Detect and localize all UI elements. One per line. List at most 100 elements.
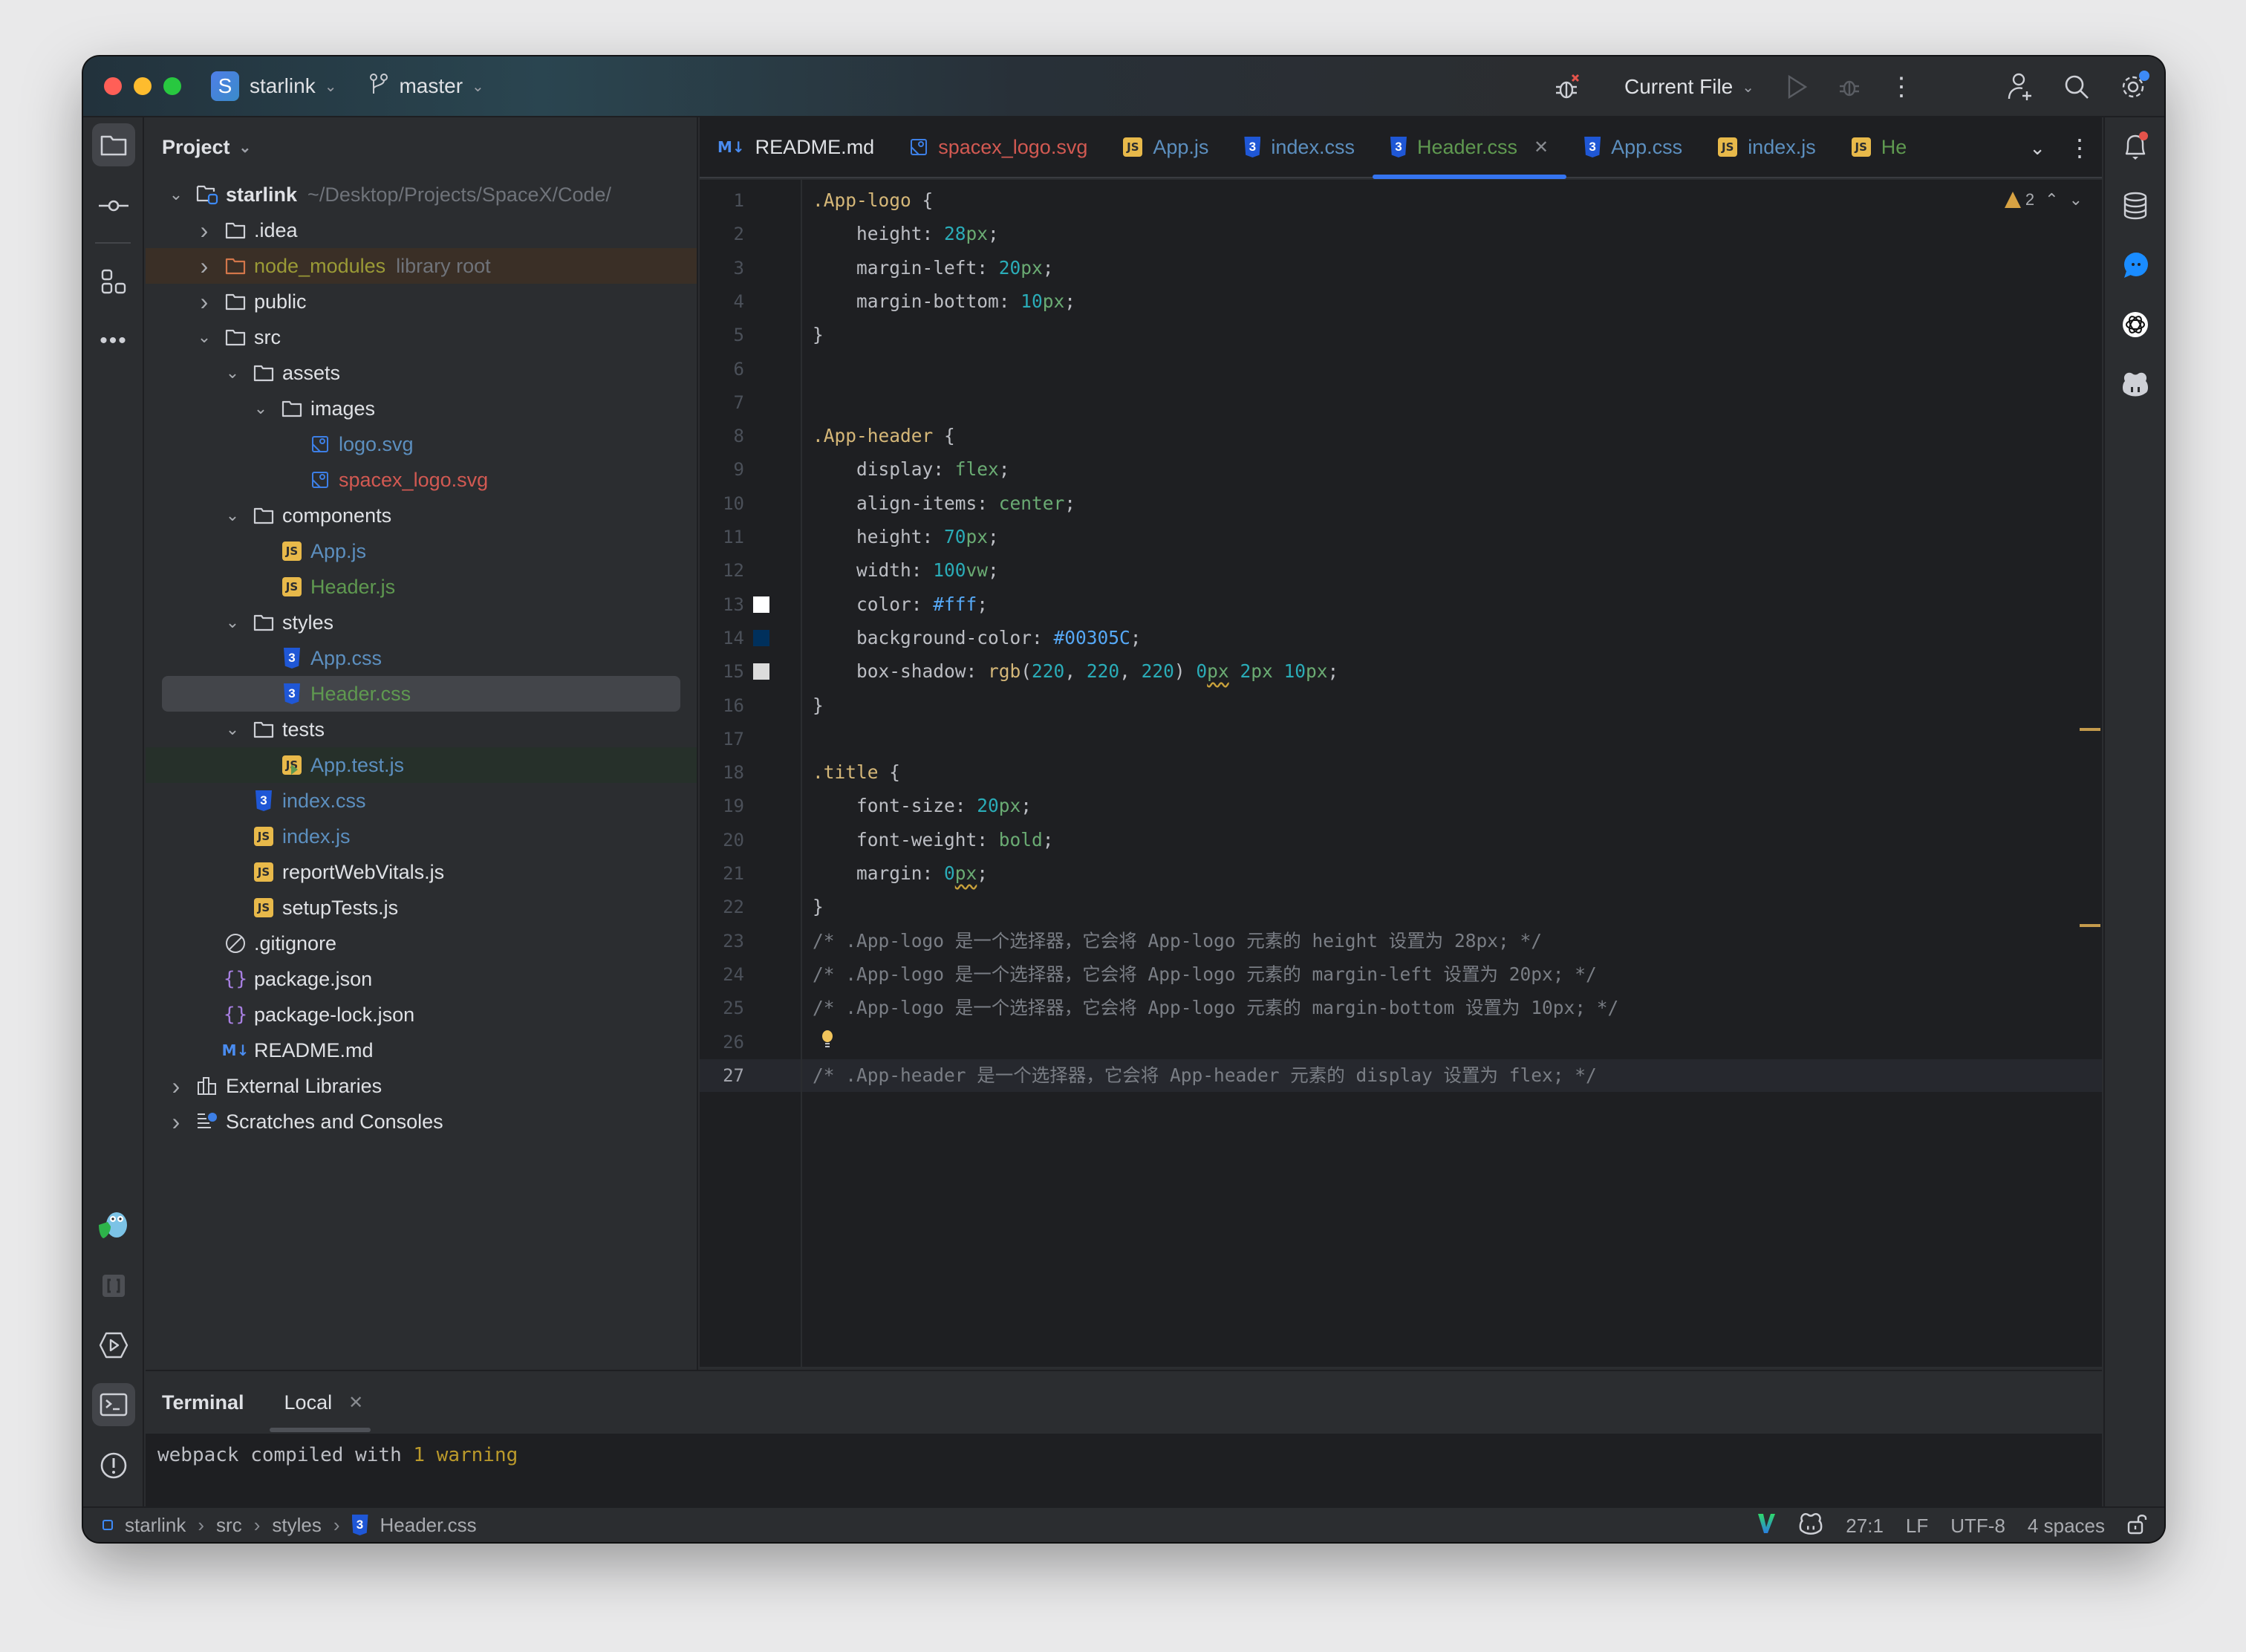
database-icon[interactable] bbox=[2114, 184, 2157, 227]
tree-item[interactable]: › Scratches and Consoles bbox=[146, 1104, 697, 1139]
line-number[interactable]: 2 bbox=[700, 218, 744, 250]
code-line[interactable]: box-shadow: rgb(220, 220, 220) 0px 2px 1… bbox=[807, 655, 2102, 688]
code-line[interactable]: color: #fff; bbox=[807, 588, 2102, 621]
line-number[interactable]: 3 bbox=[700, 252, 744, 284]
editor-tab[interactable]: JS index.js bbox=[1700, 117, 1834, 178]
code-line[interactable]: /* .App-logo 是一个选择器，它会将 App-logo 元素的 mar… bbox=[807, 958, 2102, 991]
color-swatch[interactable] bbox=[753, 629, 769, 646]
minimize-window-button[interactable] bbox=[134, 77, 152, 95]
editor-tab[interactable]: 3 App.css bbox=[1566, 117, 1700, 178]
chevron-down-icon[interactable]: ⌄ bbox=[224, 363, 241, 383]
breadcrumb-item[interactable]: starlink bbox=[125, 1514, 186, 1537]
code-line[interactable]: width: 100vw; bbox=[807, 554, 2102, 587]
tree-item[interactable]: JS reportWebVitals.js bbox=[146, 854, 697, 890]
tree-item[interactable]: JS Header.js bbox=[146, 569, 697, 605]
line-number[interactable]: 10 bbox=[700, 487, 744, 520]
json-brackets-icon[interactable] bbox=[92, 1264, 135, 1307]
code-line[interactable]: .App-header { bbox=[807, 420, 2102, 452]
tree-item[interactable]: JS index.js bbox=[146, 819, 697, 854]
chevron-right-icon[interactable]: › bbox=[168, 1073, 184, 1100]
editor-tab[interactable]: 3 index.css bbox=[1226, 117, 1373, 178]
code-line[interactable]: font-size: 20px; bbox=[807, 790, 2102, 822]
tree-item[interactable]: 3 App.css bbox=[146, 640, 697, 676]
tree-item[interactable]: › .idea bbox=[146, 212, 697, 248]
code-line[interactable] bbox=[807, 723, 2102, 755]
terminal-output[interactable]: webpack compiled with 1 warning bbox=[146, 1434, 2102, 1506]
branch-switcher[interactable]: master bbox=[399, 74, 463, 98]
tabs-overflow-chevron-icon[interactable]: ⌄ bbox=[2029, 137, 2045, 160]
tree-item[interactable]: › public bbox=[146, 284, 697, 319]
file-encoding[interactable]: UTF-8 bbox=[1950, 1515, 2005, 1538]
code-line[interactable]: font-weight: bold; bbox=[807, 824, 2102, 856]
code-line[interactable]: } bbox=[807, 319, 2102, 351]
editor-tab[interactable]: M↓ README.md bbox=[700, 117, 892, 178]
tree-item[interactable]: ⌄ images bbox=[146, 391, 697, 426]
tree-item[interactable]: .gitignore bbox=[146, 926, 697, 961]
terminal-tab-local[interactable]: Local bbox=[269, 1391, 371, 1432]
tree-item[interactable]: ⌄ tests bbox=[146, 712, 697, 747]
search-icon[interactable] bbox=[2062, 72, 2092, 102]
code-line[interactable]: .App-logo { bbox=[807, 184, 2102, 217]
line-number[interactable]: 9 bbox=[700, 453, 744, 486]
tree-item[interactable]: ⌄ styles bbox=[146, 605, 697, 640]
tree-item[interactable]: logo.svg bbox=[146, 426, 697, 462]
project-panel-header[interactable]: Project ⌄ bbox=[146, 117, 697, 177]
tree-item[interactable]: M↓ README.md bbox=[146, 1032, 697, 1068]
tree-item[interactable]: spacex_logo.svg bbox=[146, 462, 697, 498]
breadcrumb-item[interactable]: styles bbox=[272, 1514, 321, 1537]
line-number[interactable]: 6 bbox=[700, 353, 744, 386]
code-line[interactable] bbox=[807, 353, 2102, 386]
project-tool-button[interactable] bbox=[92, 123, 135, 166]
tree-item[interactable]: ⌄ assets bbox=[146, 355, 697, 391]
tree-item[interactable]: ⌄ src bbox=[146, 319, 697, 355]
editor-tab[interactable]: 3 Header.css ✕ bbox=[1372, 117, 1567, 179]
code-line[interactable] bbox=[807, 386, 2102, 419]
editor-tab[interactable]: JS App.js bbox=[1105, 117, 1226, 178]
tree-item[interactable]: › External Libraries bbox=[146, 1068, 697, 1104]
chevron-right-icon[interactable]: › bbox=[196, 217, 212, 244]
line-ending[interactable]: LF bbox=[1906, 1515, 1928, 1538]
tree-item[interactable]: ⌄ components bbox=[146, 498, 697, 533]
add-user-icon[interactable] bbox=[2005, 72, 2035, 102]
tree-item[interactable]: › node_modules library root bbox=[146, 248, 697, 284]
cursor-position[interactable]: 27:1 bbox=[1846, 1515, 1884, 1538]
tree-item[interactable]: {} package-lock.json bbox=[146, 997, 697, 1032]
line-number[interactable]: 16 bbox=[700, 689, 744, 722]
chevron-right-icon[interactable]: › bbox=[196, 288, 212, 316]
openai-icon[interactable] bbox=[2114, 303, 2157, 346]
chevron-down-icon[interactable]: ⌄ bbox=[224, 613, 241, 632]
more-tools-icon[interactable]: ••• bbox=[92, 319, 135, 362]
go-linter-gopher-icon[interactable] bbox=[92, 1203, 135, 1246]
line-number[interactable]: 14 bbox=[700, 622, 744, 654]
line-number[interactable]: 26 bbox=[700, 1026, 744, 1058]
vuejs-plugin-icon[interactable] bbox=[1757, 1512, 1776, 1540]
tree-item[interactable]: 3 index.css bbox=[146, 783, 697, 819]
chevron-down-icon[interactable]: ⌄ bbox=[253, 399, 269, 418]
code-line[interactable]: /* .App-logo 是一个选择器，它会将 App-logo 元素的 hei… bbox=[807, 925, 2102, 957]
problems-icon[interactable] bbox=[92, 1444, 135, 1487]
code-line[interactable] bbox=[807, 1026, 2102, 1058]
more-actions-icon[interactable]: ⋮ bbox=[1887, 72, 1916, 102]
breadcrumb-item[interactable]: Header.css bbox=[380, 1514, 477, 1537]
code-line[interactable]: margin-bottom: 10px; bbox=[807, 285, 2102, 318]
breadcrumb-item[interactable]: src bbox=[216, 1514, 242, 1537]
chevron-down-icon[interactable]: ⌄ bbox=[168, 185, 184, 204]
terminal-tool-button[interactable] bbox=[92, 1383, 135, 1426]
line-number[interactable]: 5 bbox=[700, 319, 744, 351]
line-number[interactable]: 18 bbox=[700, 756, 744, 789]
tree-item[interactable]: ⌄ starlink ~/Desktop/Projects/SpaceX/Code/ bbox=[146, 177, 697, 212]
chevron-down-icon[interactable]: ⌄ bbox=[224, 506, 241, 525]
run-icon[interactable] bbox=[1783, 72, 1812, 102]
editor-tab[interactable]: JS He bbox=[1834, 117, 1925, 178]
line-number[interactable]: 12 bbox=[700, 554, 744, 587]
copilot-status-icon[interactable] bbox=[1798, 1512, 1823, 1540]
unlock-icon[interactable] bbox=[2127, 1512, 2148, 1540]
line-number[interactable]: 24 bbox=[700, 958, 744, 991]
code-line[interactable]: align-items: center; bbox=[807, 487, 2102, 520]
code-line[interactable]: height: 70px; bbox=[807, 521, 2102, 553]
code-line[interactable]: .title { bbox=[807, 756, 2102, 789]
line-number[interactable]: 11 bbox=[700, 521, 744, 553]
indent-setting[interactable]: 4 spaces bbox=[2028, 1515, 2105, 1538]
close-terminal-tab-icon[interactable]: ✕ bbox=[348, 1392, 363, 1414]
copilot-icon[interactable] bbox=[2114, 362, 2157, 406]
